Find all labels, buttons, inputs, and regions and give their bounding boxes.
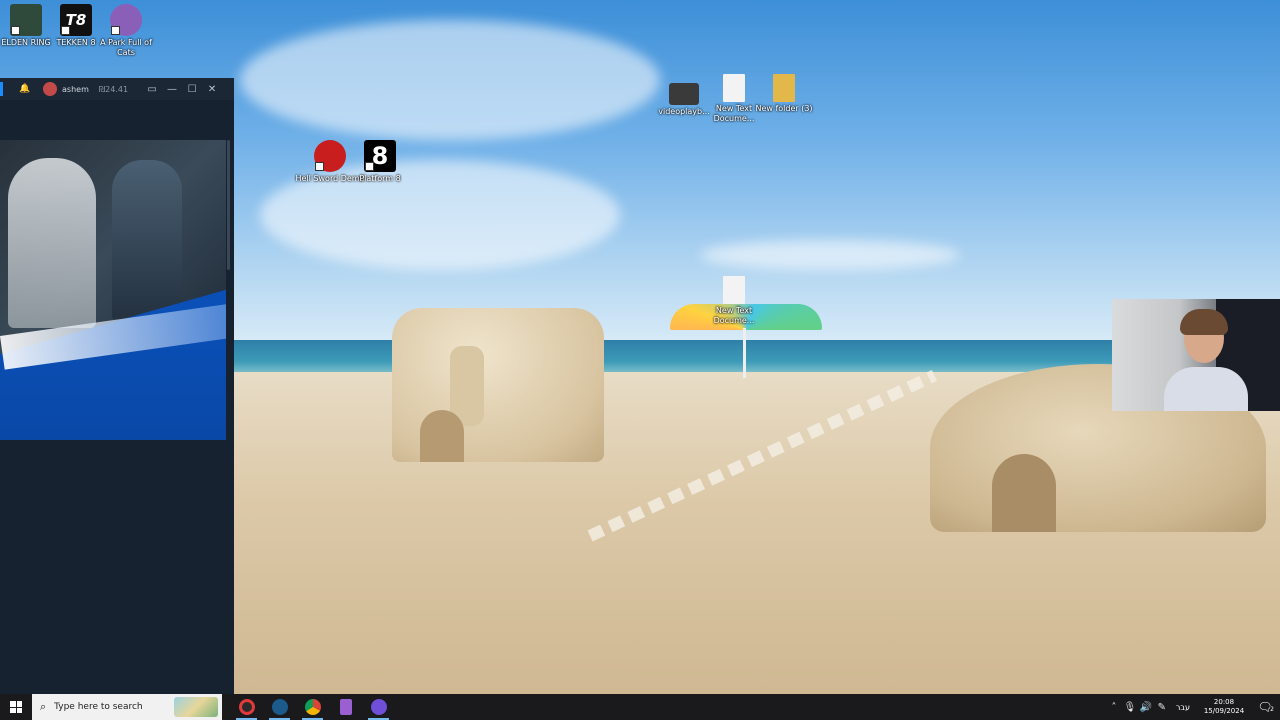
desktop-icon-new-folder[interactable]: New folder (3) [748, 74, 820, 114]
wallpaper-cloud [700, 240, 960, 270]
wallpaper-umbrella-pole [743, 328, 746, 378]
display-icon[interactable]: ▭ [142, 84, 162, 95]
shortcut-arrow-icon [11, 26, 20, 35]
featured-game-banner[interactable] [0, 140, 226, 440]
windows-icon [10, 701, 22, 713]
sandcastle-door [420, 410, 464, 462]
username-label[interactable]: ashem [62, 85, 89, 94]
shortcut-arrow-icon [61, 26, 70, 35]
clock-time: 20:08 [1213, 698, 1235, 706]
minimize-button[interactable]: — [162, 84, 182, 95]
webcam-overlay [1112, 299, 1280, 411]
video-file-icon [669, 83, 699, 105]
webcam-person-shirt [1164, 367, 1248, 411]
clock[interactable]: 20:08 15/09/2024 [1198, 698, 1250, 716]
search-icon: ⌕ [40, 700, 47, 713]
taskbar-apps [230, 694, 395, 720]
desktop-icon-label: New Text Docume... [713, 306, 755, 325]
taskbar-app-discord[interactable] [362, 694, 395, 720]
chevron-up-icon[interactable]: ˄ [1106, 702, 1122, 713]
hell-sword-icon [314, 140, 346, 172]
text-file-icon [723, 276, 745, 304]
pen-icon[interactable]: ✎ [1154, 702, 1170, 713]
obs-icon [238, 699, 255, 715]
cat-icon [110, 4, 142, 36]
desktop-icon-label: A Park Full of Cats [100, 38, 152, 57]
webcam-person [1164, 309, 1248, 411]
search-highlight-icon [174, 697, 218, 717]
start-button[interactable] [0, 694, 32, 720]
wallpaper-cloud [240, 20, 660, 140]
archive-icon [339, 699, 352, 715]
desktop-icon-label: New folder (3) [755, 104, 813, 113]
launcher-window: 🔔 ashem ₪24.41 ▭ — ☐ ✕ [0, 78, 234, 694]
shortcut-arrow-icon [315, 162, 324, 171]
system-tray: ˄ 🎙 🔊 ✎ עבר 20:08 15/09/2024 🗨 2 [1106, 694, 1280, 720]
discord-icon [370, 699, 387, 715]
banner-figure [112, 160, 182, 320]
desktop-icon-platform-8[interactable]: 8 Platform 8 [344, 140, 416, 184]
steam-icon [271, 699, 288, 715]
taskbar: ⌕ Type here to search ˄ 🎙 🔊 ✎ עבר 20:08 … [0, 694, 1280, 720]
text-file-icon [723, 74, 745, 102]
banner-figure [8, 158, 96, 328]
microphone-icon[interactable]: 🎙 [1122, 702, 1138, 713]
platform-8-icon: 8 [364, 140, 396, 172]
launcher-accent-bar [0, 82, 3, 96]
shortcut-arrow-icon [365, 162, 374, 171]
input-language[interactable]: עבר [1176, 703, 1190, 712]
folder-icon [773, 74, 795, 102]
avatar[interactable] [43, 82, 57, 96]
maximize-button[interactable]: ☐ [182, 84, 202, 95]
tekken-8-icon: T8 [60, 4, 92, 36]
platform-8-glyph: 8 [371, 142, 389, 170]
search-placeholder: Type here to search [54, 702, 143, 712]
close-button[interactable]: ✕ [202, 84, 222, 95]
desktop-icon-label: Platform 8 [359, 174, 401, 183]
taskbar-app-obs[interactable] [230, 694, 263, 720]
wallpaper-sandcastle-tiki [392, 308, 604, 462]
taskbar-app-steam[interactable] [263, 694, 296, 720]
notification-center-button[interactable]: 🗨 2 [1250, 700, 1280, 714]
notification-count: 2 [1270, 706, 1274, 713]
taskbar-app-chrome[interactable] [296, 694, 329, 720]
volume-icon[interactable]: 🔊 [1138, 702, 1154, 713]
sandcastle-door [992, 454, 1056, 532]
wallet-balance[interactable]: ₪24.41 [99, 85, 128, 94]
clock-date: 15/09/2024 [1203, 707, 1245, 715]
elden-ring-icon [10, 4, 42, 36]
taskbar-search-box[interactable]: ⌕ Type here to search [32, 694, 222, 720]
launcher-titlebar: 🔔 ashem ₪24.41 ▭ — ☐ ✕ [0, 78, 234, 100]
launcher-toolbar [0, 100, 234, 140]
bell-icon[interactable]: 🔔 [19, 84, 30, 94]
taskbar-app-archive[interactable] [329, 694, 362, 720]
shortcut-arrow-icon [111, 26, 120, 35]
desktop-icon-a-park-full-of-cats[interactable]: A Park Full of Cats [90, 4, 162, 58]
desktop-icon-new-text-document-2[interactable]: New Text Docume... [698, 276, 770, 326]
webcam-person-hair [1180, 309, 1228, 335]
launcher-scrollbar[interactable] [227, 140, 230, 270]
chrome-icon [304, 699, 321, 715]
